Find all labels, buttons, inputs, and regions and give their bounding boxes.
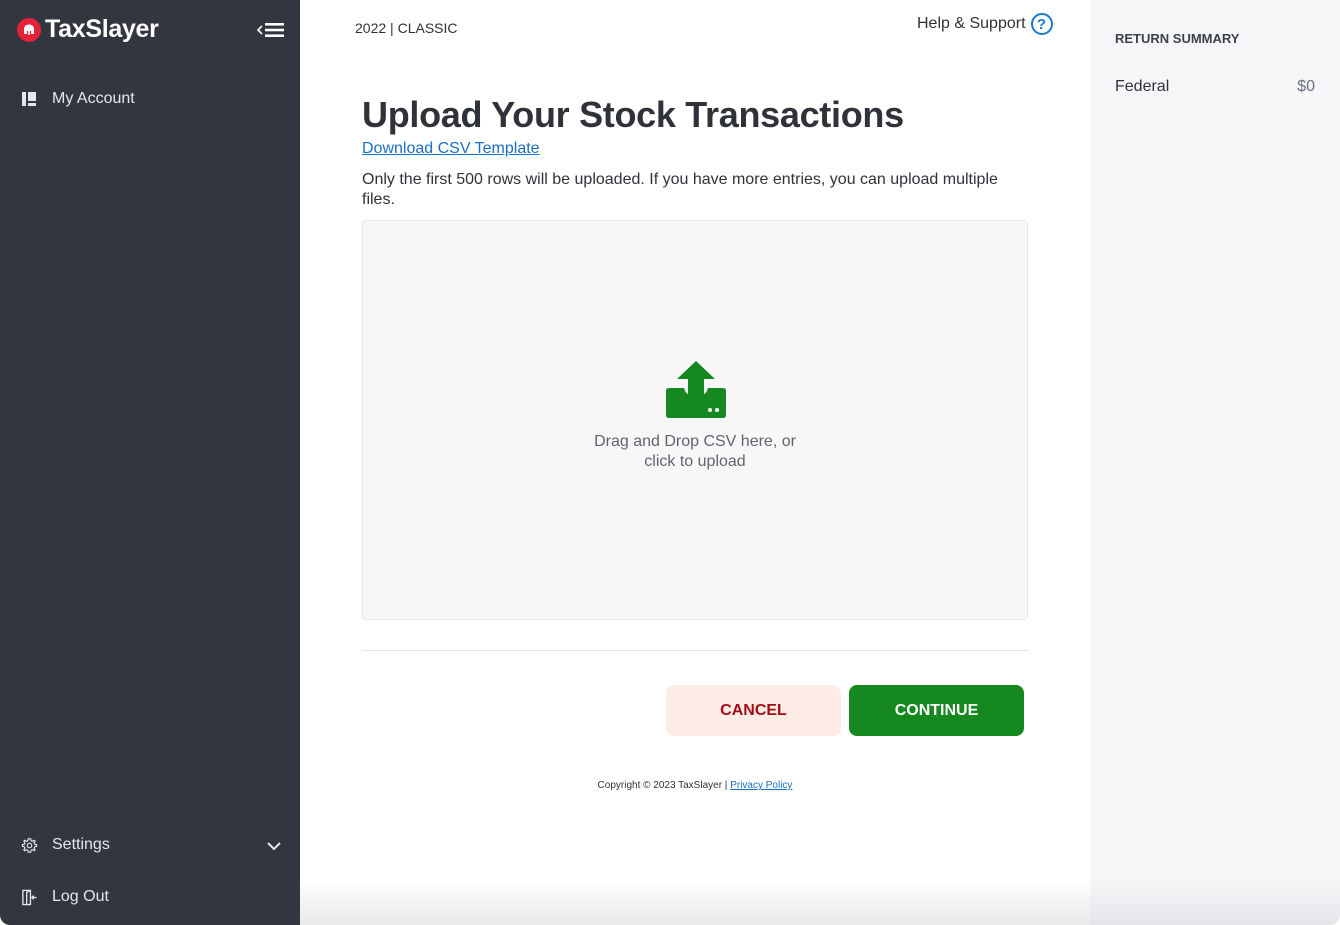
helmet-logo-icon bbox=[17, 17, 41, 42]
brand-logo[interactable]: TaxSlayer bbox=[17, 15, 159, 44]
help-support-link[interactable]: Help & Support ? bbox=[917, 13, 1053, 35]
separator: | bbox=[386, 20, 398, 36]
dropzone-line-2: click to upload bbox=[644, 453, 746, 470]
sidebar-item-label: Log Out bbox=[52, 888, 109, 905]
tax-year: 2022 bbox=[355, 20, 387, 36]
privacy-policy-link[interactable]: Privacy Policy bbox=[730, 780, 792, 791]
summary-value: $0 bbox=[1297, 78, 1315, 95]
download-csv-template-link[interactable]: Download CSV Template bbox=[362, 140, 540, 158]
collapse-sidebar-button[interactable] bbox=[255, 20, 287, 40]
sidebar-item-my-account[interactable]: My Account bbox=[20, 90, 135, 108]
summary-label: Federal bbox=[1115, 78, 1170, 95]
help-label: Help & Support bbox=[917, 15, 1026, 32]
footer: Copyright © 2023 TaxSlayer | Privacy Pol… bbox=[300, 780, 1090, 791]
help-question-icon: ? bbox=[1030, 13, 1053, 35]
account-icon bbox=[20, 90, 38, 108]
brand-name: TaxSlayer bbox=[45, 15, 159, 43]
dropzone-instructions: Drag and Drop CSV here, or click to uplo… bbox=[363, 432, 1027, 472]
page-title: Upload Your Stock Transactions bbox=[362, 94, 904, 135]
upload-limit-note: Only the first 500 rows will be uploaded… bbox=[362, 171, 998, 208]
chevron-left-icon bbox=[256, 25, 263, 35]
divider bbox=[362, 650, 1028, 651]
sidebar-item-settings[interactable]: Settings bbox=[20, 836, 282, 854]
return-summary-panel: RETURN SUMMARY Federal $0 bbox=[1090, 0, 1340, 925]
tax-year-edition: 2022 | CLASSIC bbox=[355, 20, 458, 36]
continue-button[interactable]: CONTINUE bbox=[849, 685, 1024, 736]
copyright-text: Copyright © 2023 TaxSlayer | bbox=[597, 780, 731, 791]
upload-icon bbox=[665, 359, 727, 424]
sidebar-item-label: Settings bbox=[52, 836, 110, 853]
gear-icon bbox=[20, 836, 38, 854]
sidebar-item-log-out[interactable]: Log Out bbox=[20, 888, 109, 906]
sidebar-item-label: My Account bbox=[52, 90, 135, 107]
cancel-button[interactable]: CANCEL bbox=[666, 685, 841, 736]
dropzone-line-1: Drag and Drop CSV here, or bbox=[594, 433, 796, 450]
return-summary-title: RETURN SUMMARY bbox=[1115, 31, 1240, 46]
main-content: 2022 | CLASSIC Help & Support ? Upload Y… bbox=[300, 0, 1090, 925]
sidebar: TaxSlayer My Account Settings Log Out bbox=[0, 0, 300, 925]
edition: CLASSIC bbox=[397, 20, 458, 36]
logout-icon bbox=[20, 888, 38, 906]
csv-dropzone[interactable]: Drag and Drop CSV here, or click to uplo… bbox=[362, 220, 1028, 620]
chevron-down-icon[interactable] bbox=[266, 838, 282, 856]
summary-row-federal: Federal $0 bbox=[1115, 78, 1315, 96]
